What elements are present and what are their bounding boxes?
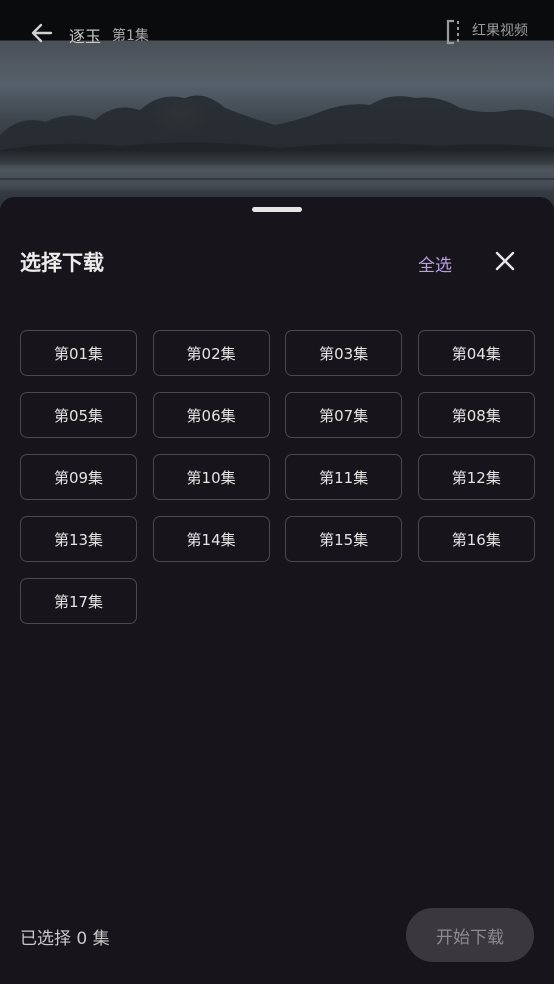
back-button[interactable] — [26, 18, 58, 48]
video-player[interactable]: 逐玉 第1集 红果视频 — [0, 0, 554, 220]
cast-icon — [446, 19, 459, 45]
episode-button[interactable]: 第04集 — [417, 330, 535, 376]
episode-button[interactable]: 第16集 — [417, 516, 535, 562]
drag-handle[interactable] — [252, 207, 302, 212]
current-episode: 第1集 — [112, 28, 149, 44]
video-title: 逐玉 — [69, 27, 102, 46]
water-mist — [0, 150, 554, 190]
episode-button[interactable]: 第14集 — [152, 516, 270, 562]
episode-button[interactable]: 第17集 — [20, 578, 137, 624]
start-download-button[interactable]: 开始下载 — [406, 908, 534, 962]
sheet-title: 选择下载 — [20, 251, 104, 275]
episode-button[interactable]: 第05集 — [20, 392, 137, 438]
episode-button[interactable]: 第12集 — [417, 454, 535, 500]
cast-button[interactable] — [446, 18, 472, 46]
selected-count: 已选择 0 集 — [20, 929, 110, 949]
close-button[interactable] — [490, 246, 520, 276]
episode-button[interactable]: 第15集 — [285, 516, 403, 562]
episode-grid: 第01集 第02集 第03集 第04集 第05集 第06集 第07集 第08集 … — [20, 330, 535, 624]
episode-button[interactable]: 第02集 — [152, 330, 270, 376]
download-screen: 逐玉 第1集 红果视频 选择下载 全选 第01集 第02集 第03集 第04集 — [0, 0, 554, 984]
episode-button[interactable]: 第03集 — [285, 330, 403, 376]
download-sheet: 选择下载 全选 第01集 第02集 第03集 第04集 第05集 第06集 第0… — [0, 197, 554, 984]
player-top-bar: 逐玉 第1集 红果视频 — [0, 14, 554, 50]
episode-button[interactable]: 第10集 — [152, 454, 270, 500]
select-all-button[interactable]: 全选 — [418, 251, 452, 276]
close-icon — [495, 251, 515, 271]
arrow-left-icon — [31, 23, 53, 43]
watermark: 红果视频 — [472, 23, 528, 39]
episode-button[interactable]: 第09集 — [20, 454, 137, 500]
episode-button[interactable]: 第01集 — [20, 330, 137, 376]
episode-button[interactable]: 第07集 — [285, 392, 403, 438]
episode-button[interactable]: 第11集 — [285, 454, 403, 500]
episode-button[interactable]: 第06集 — [152, 392, 270, 438]
episode-button[interactable]: 第08集 — [417, 392, 535, 438]
episode-button[interactable]: 第13集 — [20, 516, 137, 562]
